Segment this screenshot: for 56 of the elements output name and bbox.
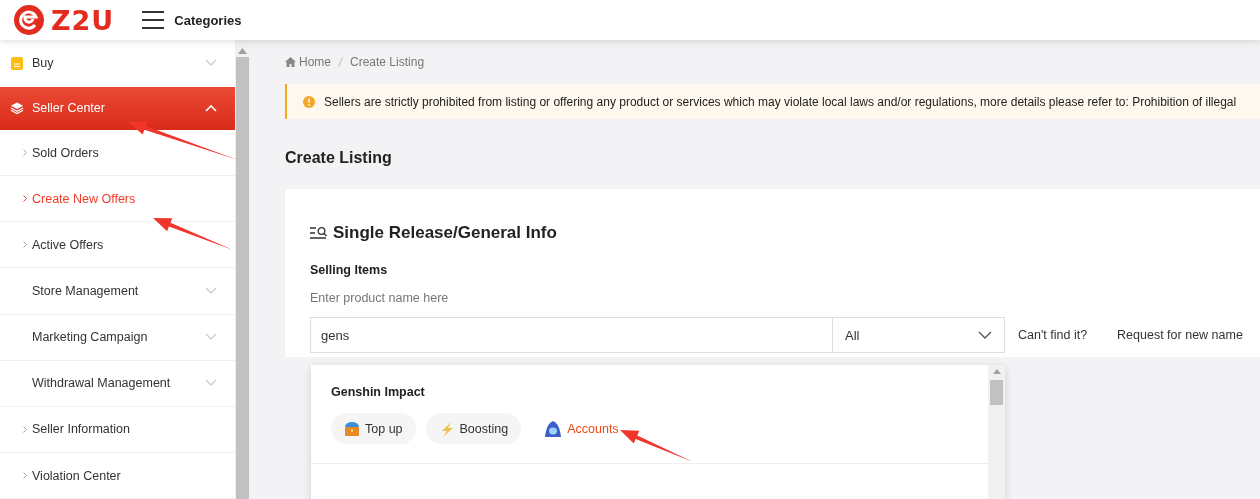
game-name: Genshin Impact [331,385,426,399]
chevron-down-icon [205,379,217,388]
sidebar-section[interactable]: Buy [0,40,235,87]
group-label: Store Management [32,284,140,298]
item-label: Active Offers [32,237,105,252]
list-search-icon [310,226,328,240]
scroll-up-icon[interactable] [992,369,1001,374]
chevron-right-icon [23,472,27,479]
scrollbar[interactable] [235,40,250,499]
item-label: Seller Information [32,422,131,437]
chevron-right-icon [23,241,27,249]
card-title: Single Release/General Info [333,223,557,243]
chevron-down-icon [205,59,217,68]
chevron-down-icon [978,331,992,339]
layers-icon [10,101,24,116]
scrollbar[interactable] [988,365,1005,499]
treasure-chest-icon [344,420,360,437]
scrollbar-thumb[interactable] [990,380,1003,405]
breadcrumb-current: Create Listing [350,55,425,69]
field-label: Selling Items [310,263,389,277]
item-label: Violation Center [32,468,122,483]
bag-icon [10,56,24,71]
product-search-field[interactable]: gens [310,317,833,353]
section-label: Buy [32,56,55,71]
section-label: Seller Center [32,101,106,116]
chevron-right-icon [23,149,27,157]
logo-text[interactable]: Z2U [51,6,115,34]
group-label: Marketing Campaign [32,330,149,345]
alert-text: Sellers are strictly prohibited from listing or offering any product or services which may violate local laws and/or regulations, more details please refer to: Prohibition of illegal [324,94,1237,109]
scrollbar-thumb[interactable] [236,57,249,499]
chevron-down-icon [205,333,217,342]
request-name-link[interactable]: Request for new name [1117,328,1243,342]
page-title: Create Listing [285,149,393,168]
categories-link[interactable]: Categories [174,12,242,28]
help-text: Can't find it? [1018,328,1088,342]
item-label: Create New Offers [32,191,137,206]
category-option[interactable]: Accounts [531,413,632,444]
scroll-up-icon[interactable] [238,48,247,54]
chevron-down-icon [205,287,217,295]
chevron-right-icon [23,425,27,433]
menu-icon[interactable] [142,11,165,29]
breadcrumb-home-link[interactable]: Home [285,55,331,69]
category-option[interactable]: Boosting [425,413,522,444]
logo-icon [13,4,45,36]
warning-icon [303,95,315,108]
chevron-up-icon [205,104,217,113]
hooded-figure-icon [544,419,563,438]
item-label: Sold Orders [32,145,100,160]
category-select[interactable]: All [833,317,1005,353]
chevron-right-icon [23,195,27,203]
category-option[interactable]: Top up [331,413,416,444]
field-hint: Enter product name here [310,291,450,305]
sidebar-section[interactable]: Seller Center [0,86,235,131]
breadcrumb-separator-icon [338,57,343,67]
home-icon [285,57,296,67]
group-label: Withdrawal Management [32,376,172,391]
